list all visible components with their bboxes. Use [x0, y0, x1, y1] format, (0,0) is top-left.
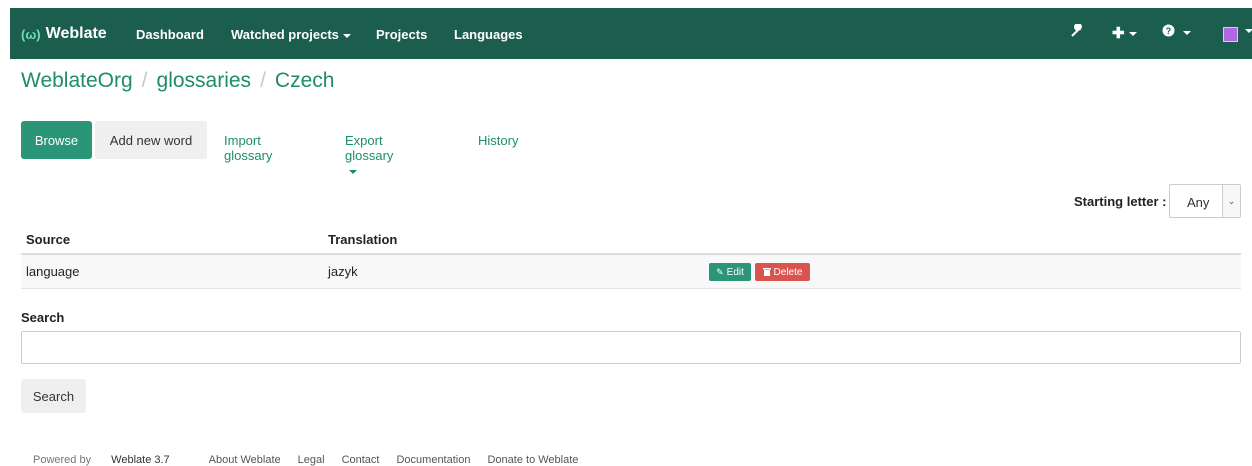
- pencil-icon: ✎: [716, 266, 724, 277]
- breadcrumb-project[interactable]: WeblateOrg: [21, 69, 133, 92]
- delete-button[interactable]: Delete: [755, 263, 810, 281]
- column-header-translation: Translation: [328, 232, 398, 247]
- footer-about[interactable]: About Weblate: [209, 454, 281, 466]
- trash-icon: [762, 267, 771, 278]
- nav-watched-label: Watched projects: [231, 27, 339, 42]
- edit-button[interactable]: ✎ Edit: [709, 263, 751, 281]
- chevron-down-icon: [1183, 31, 1192, 36]
- column-header-source: Source: [26, 232, 71, 247]
- nav-projects[interactable]: Projects: [376, 27, 427, 42]
- tab-history[interactable]: History: [478, 133, 518, 148]
- cell-source: language: [26, 264, 80, 279]
- starting-letter-value: Any: [1187, 195, 1210, 210]
- tab-add-new-word[interactable]: Add new word: [95, 121, 207, 159]
- brand-logo[interactable]: (ω) Weblate: [21, 25, 107, 43]
- tab-import-glossary[interactable]: Import glossary: [224, 133, 272, 163]
- footer: Powered by Weblate 3.7 About Weblate Legal…: [33, 454, 595, 466]
- chevron-down-icon: [342, 33, 351, 38]
- chevron-down-icon: [1128, 32, 1137, 37]
- user-menu-chevron-icon[interactable]: [1241, 22, 1252, 39]
- starting-letter-label: Starting letter :: [1074, 194, 1167, 209]
- brand-name: Weblate: [45, 25, 107, 42]
- starting-letter-select[interactable]: Any ⌄: [1169, 184, 1241, 218]
- search-label: Search: [21, 310, 65, 325]
- breadcrumb: WeblateOrg / glossaries / Czech: [21, 69, 334, 93]
- tab-export-label: Export glossary: [345, 133, 394, 163]
- avatar[interactable]: [1223, 27, 1238, 42]
- nav-watched-projects[interactable]: Watched projects: [231, 27, 351, 42]
- svg-text:?: ?: [1166, 26, 1172, 36]
- nav-dashboard[interactable]: Dashboard: [136, 27, 204, 42]
- breadcrumb-separator: /: [260, 69, 266, 92]
- footer-documentation[interactable]: Documentation: [396, 454, 470, 466]
- search-input[interactable]: [21, 331, 1241, 364]
- breadcrumb-separator: /: [141, 69, 148, 92]
- tab-export-glossary[interactable]: Export glossary: [345, 133, 393, 178]
- tab-browse[interactable]: Browse: [21, 121, 92, 159]
- chevron-down-icon: [1245, 29, 1252, 34]
- footer-powered-by[interactable]: Powered by Weblate 3.7: [33, 454, 187, 466]
- footer-legal[interactable]: Legal: [298, 454, 325, 466]
- help-icon[interactable]: ?: [1162, 24, 1192, 41]
- breadcrumb-glossary[interactable]: glossaries: [157, 69, 252, 92]
- plus-icon[interactable]: ✚: [1112, 24, 1137, 42]
- breadcrumb-language[interactable]: Czech: [275, 69, 335, 92]
- footer-powered-label: Powered by: [33, 454, 92, 466]
- table-row: language jazyk ✎ Edit Delete: [21, 255, 1241, 289]
- nav-languages[interactable]: Languages: [454, 27, 523, 42]
- wrench-icon[interactable]: [1070, 23, 1084, 42]
- top-navbar: (ω) Weblate Dashboard Watched projects P…: [10, 8, 1252, 59]
- chevron-down-icon: ⌄: [1222, 185, 1240, 217]
- search-button[interactable]: Search: [21, 379, 86, 413]
- chevron-down-icon: [349, 169, 357, 174]
- edit-button-label: Edit: [726, 266, 744, 278]
- weblate-logo-icon: (ω): [21, 26, 41, 42]
- cell-translation: jazyk: [328, 264, 358, 279]
- delete-button-label: Delete: [773, 266, 803, 278]
- footer-version: Weblate 3.7: [111, 454, 170, 466]
- footer-contact[interactable]: Contact: [342, 454, 380, 466]
- footer-donate[interactable]: Donate to Weblate: [487, 454, 578, 466]
